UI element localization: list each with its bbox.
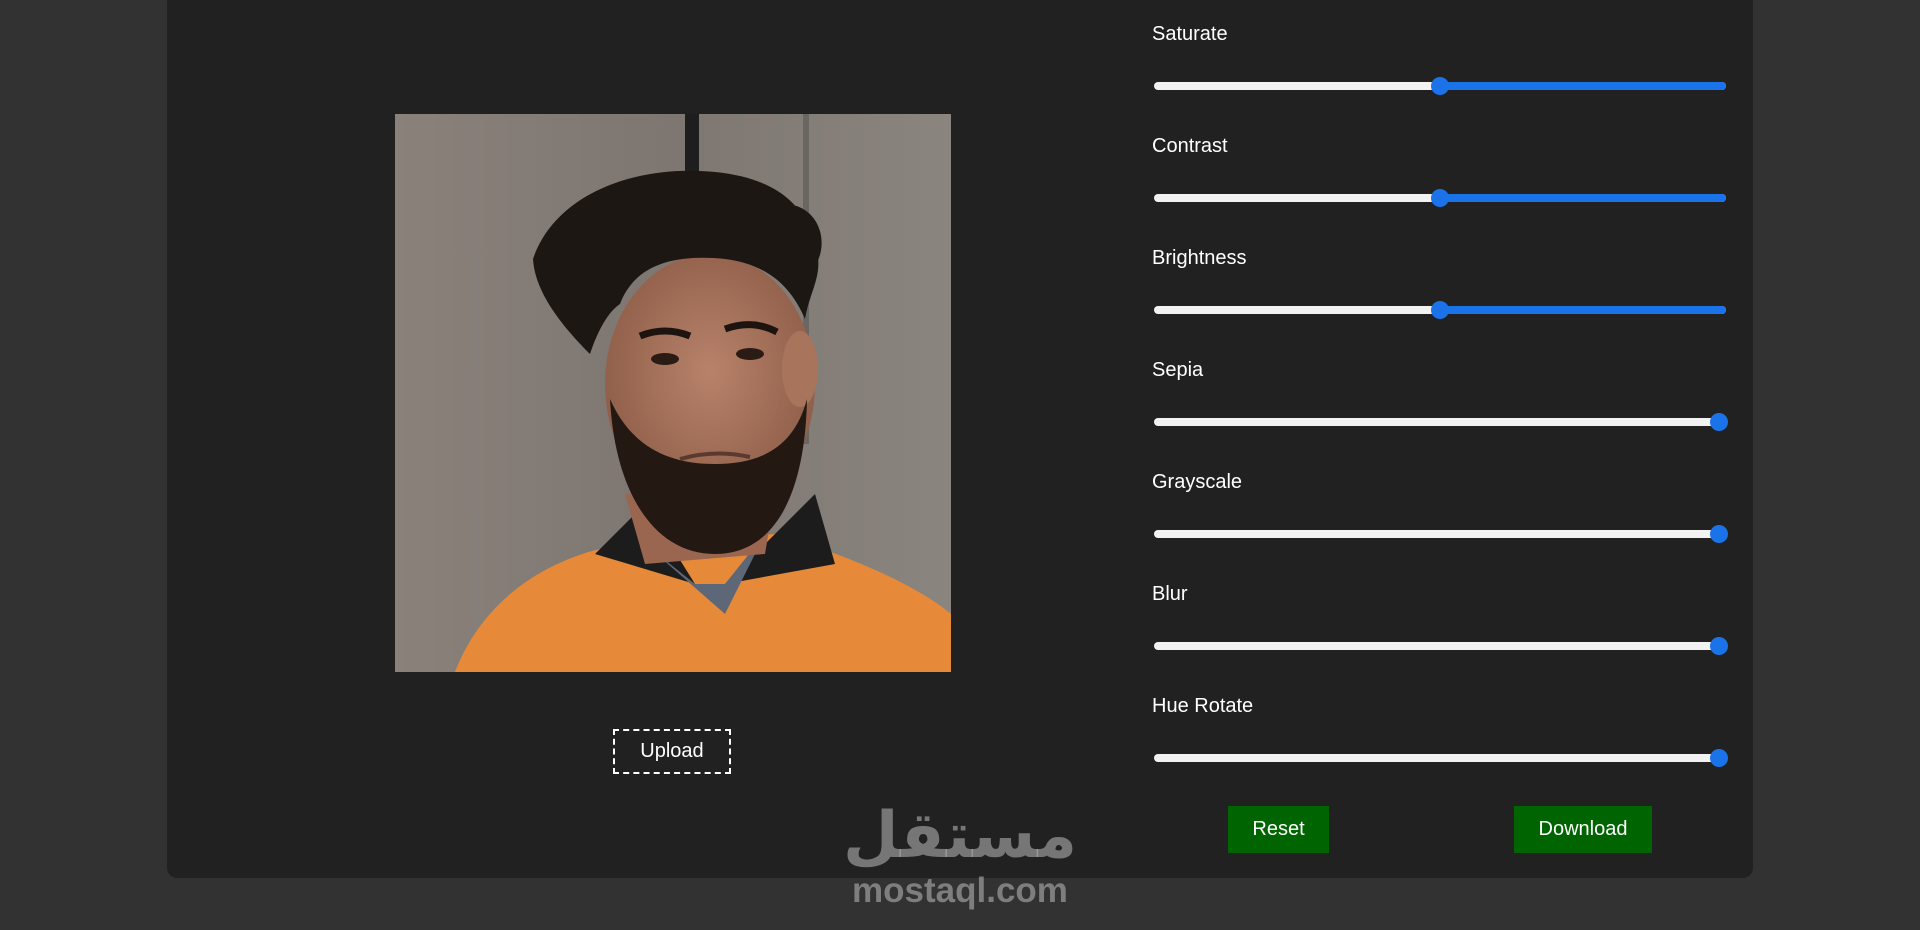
reset-button[interactable]: Reset xyxy=(1228,806,1329,853)
saturate-label: Saturate xyxy=(1152,23,1228,45)
saturate-slider-thumb[interactable] xyxy=(1431,77,1449,95)
watermark-arabic: مستقل xyxy=(842,799,1078,873)
grayscale-slider-thumb[interactable] xyxy=(1710,525,1728,543)
saturate-slider-fill xyxy=(1440,82,1726,90)
hue-rotate-label: Hue Rotate xyxy=(1152,695,1254,717)
hue-rotate-slider-thumb[interactable] xyxy=(1710,749,1728,767)
watermark-latin: mostaql.com xyxy=(852,871,1068,910)
brightness-slider-fill xyxy=(1440,306,1726,314)
sepia-slider[interactable] xyxy=(1152,413,1728,431)
grayscale-slider[interactable] xyxy=(1152,525,1728,543)
saturate-slider[interactable] xyxy=(1152,77,1728,95)
sepia-slider-thumb[interactable] xyxy=(1710,413,1728,431)
blur-slider-track xyxy=(1154,642,1726,650)
contrast-slider[interactable] xyxy=(1152,189,1728,207)
contrast-slider-fill xyxy=(1440,194,1726,202)
watermark: مستقل mostaql.com xyxy=(830,800,1090,910)
brightness-slider-thumb[interactable] xyxy=(1431,301,1449,319)
blur-label: Blur xyxy=(1152,583,1188,605)
blur-slider[interactable] xyxy=(1152,637,1728,655)
brightness-label: Brightness xyxy=(1152,247,1247,269)
grayscale-slider-track xyxy=(1154,530,1726,538)
blur-slider-thumb[interactable] xyxy=(1710,637,1728,655)
contrast-label: Contrast xyxy=(1152,135,1228,157)
sepia-label: Sepia xyxy=(1152,359,1204,381)
grayscale-label: Grayscale xyxy=(1152,471,1243,493)
contrast-slider-thumb[interactable] xyxy=(1431,189,1449,207)
download-button[interactable]: Download xyxy=(1514,806,1652,853)
portrait-image xyxy=(395,114,951,672)
hue-rotate-slider[interactable] xyxy=(1152,749,1728,767)
brightness-slider[interactable] xyxy=(1152,301,1728,319)
upload-button[interactable]: Upload xyxy=(613,729,731,774)
image-preview xyxy=(395,114,951,672)
sepia-slider-track xyxy=(1154,418,1726,426)
hue-rotate-slider-track xyxy=(1154,754,1726,762)
